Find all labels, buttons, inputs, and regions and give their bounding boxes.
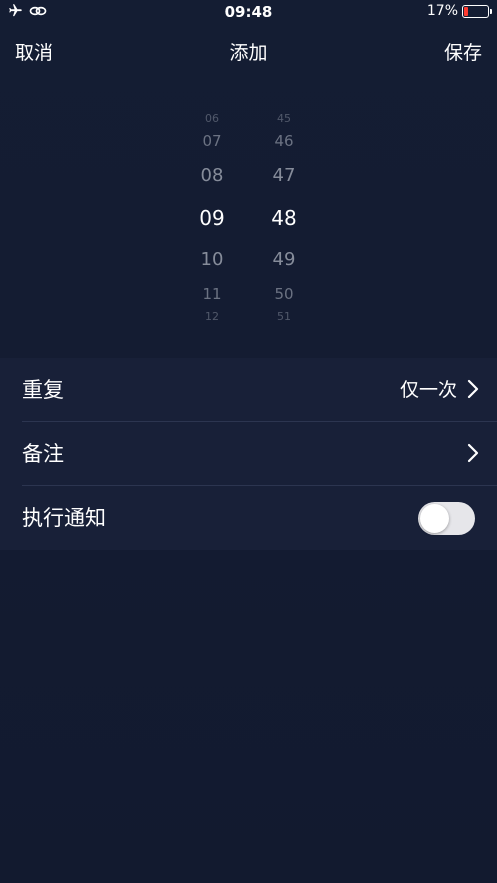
hour-wheel[interactable]: 06 07 08 09 10 11 12 bbox=[182, 110, 242, 320]
battery-icon bbox=[462, 4, 492, 18]
minute-option[interactable]: 47 bbox=[254, 167, 314, 185]
navigation-bar: 取消 添加 保存 bbox=[0, 26, 497, 74]
hour-option[interactable]: 06 bbox=[182, 113, 242, 124]
page-title: 添加 bbox=[229, 42, 268, 64]
notify-label: 执行通知 bbox=[22, 506, 106, 530]
battery-percent: 17% bbox=[426, 3, 458, 19]
repeat-row[interactable]: 重复 仅一次 bbox=[0, 358, 497, 421]
note-row[interactable]: 备注 bbox=[0, 422, 497, 485]
minute-option[interactable]: 45 bbox=[254, 113, 314, 124]
battery-level bbox=[464, 6, 468, 16]
chevron-right-icon bbox=[463, 443, 483, 463]
hour-option[interactable]: 09 bbox=[182, 208, 242, 228]
minute-option[interactable]: 51 bbox=[254, 311, 314, 320]
repeat-label: 重复 bbox=[22, 378, 64, 402]
minute-option[interactable]: 50 bbox=[254, 287, 314, 302]
notify-row: 执行通知 bbox=[0, 486, 497, 549]
hour-option[interactable]: 07 bbox=[182, 134, 242, 149]
chevron-right-icon bbox=[463, 379, 483, 399]
toggle-knob bbox=[420, 504, 449, 533]
alarm-add-screen: 09:48 17% 取消 添加 保存 06 07 08 09 10 11 12 45 46 47… bbox=[0, 0, 497, 883]
settings-list: 重复 仅一次 备注 执行通知 bbox=[0, 358, 497, 550]
time-picker[interactable]: 06 07 08 09 10 11 12 45 46 47 48 49 50 51 bbox=[0, 110, 497, 320]
minute-option[interactable]: 49 bbox=[254, 251, 314, 269]
hour-option[interactable]: 08 bbox=[182, 167, 242, 185]
save-button[interactable]: 保存 bbox=[444, 38, 482, 65]
minute-option[interactable]: 48 bbox=[254, 208, 314, 228]
minute-wheel[interactable]: 45 46 47 48 49 50 51 bbox=[254, 110, 314, 320]
status-bar: 09:48 17% bbox=[0, 0, 497, 26]
hour-option[interactable]: 10 bbox=[182, 251, 242, 269]
status-icons-right: 17% bbox=[426, 3, 492, 19]
minute-option[interactable]: 46 bbox=[254, 134, 314, 149]
status-time: 09:48 bbox=[224, 3, 273, 21]
note-label: 备注 bbox=[22, 442, 64, 466]
hour-option[interactable]: 12 bbox=[182, 311, 242, 320]
repeat-value: 仅一次 bbox=[399, 379, 457, 401]
notify-toggle[interactable] bbox=[418, 502, 475, 535]
hour-option[interactable]: 11 bbox=[182, 287, 242, 302]
